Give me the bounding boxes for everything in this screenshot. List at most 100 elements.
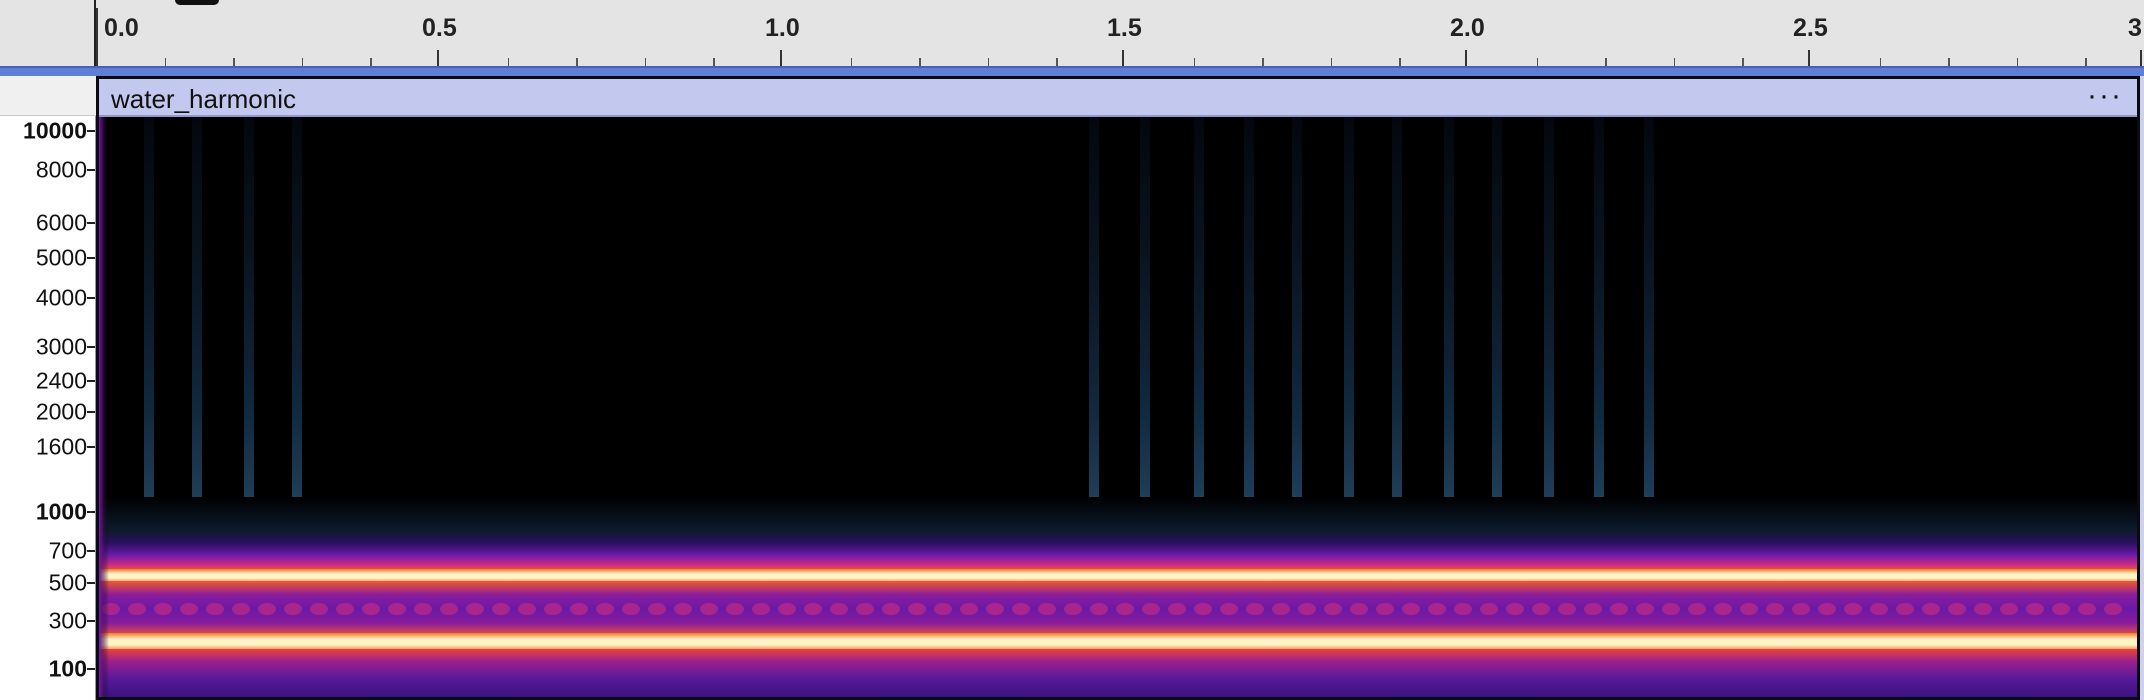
spectrogram-texture-mark (1428, 603, 1446, 615)
spectrogram-streak (1089, 117, 1099, 537)
ruler-label: 1.0 (765, 14, 800, 42)
clip-name: water_harmonic (111, 84, 296, 114)
timeline-ruler[interactable]: 0.0 0.5 1.0 1.5 2.0 2.5 3 (0, 0, 2144, 67)
spectrogram-texture-mark (1324, 603, 1342, 615)
spectrogram-texture-mark (1194, 603, 1212, 615)
spectrogram-texture-mark (1298, 603, 1316, 615)
spectrogram-texture-mark (2052, 603, 2070, 615)
ruler-minor-tick (576, 58, 578, 66)
playhead-handle[interactable] (175, 0, 219, 5)
spectrogram-texture-mark (128, 603, 146, 615)
spectrogram-texture-mark (934, 603, 952, 615)
spectrogram-texture-mark (596, 603, 614, 615)
freq-label: 5000 (35, 244, 87, 271)
spectrogram-streak (244, 117, 254, 537)
ruler-minor-tick (164, 58, 167, 66)
freq-tick (87, 130, 95, 132)
spectrogram-texture-mark (1220, 603, 1238, 615)
spectrogram-texture-mark (752, 603, 770, 615)
ruler-minor-tick (1673, 58, 1676, 66)
spectrogram-texture-mark (700, 603, 718, 615)
ruler-minor-tick (1536, 58, 1539, 66)
spectrogram-streak (1392, 117, 1402, 537)
spectrogram-texture-mark (1246, 603, 1264, 615)
freq-tick (87, 169, 95, 171)
spectrogram-texture-mark (1350, 603, 1368, 615)
freq-tick (87, 668, 95, 670)
spectrogram-texture-mark (674, 603, 692, 615)
spectrogram-texture-mark (570, 603, 588, 615)
spectrogram-texture-mark (1792, 603, 1810, 615)
freq-label: 2400 (35, 367, 87, 394)
freq-label: 3000 (35, 333, 87, 360)
spectrogram-texture-mark (492, 603, 510, 615)
spectrogram-streak (1194, 117, 1204, 537)
ruler-minor-tick (644, 58, 647, 66)
spectrogram-texture-mark (544, 603, 562, 615)
spectrogram-texture-mark (2026, 603, 2044, 615)
spectrogram-texture-mark (1870, 603, 1888, 615)
ruler-minor-tick (1193, 58, 1196, 66)
spectrogram-texture-mark (388, 603, 406, 615)
ruler-minor-tick (233, 58, 235, 66)
spectrogram-texture-mark (1688, 603, 1706, 615)
spectrogram-texture-mark (960, 603, 978, 615)
ruler-minor-tick (2016, 58, 2019, 66)
spectrogram-texture-mark (1662, 603, 1680, 615)
freq-label: 4000 (35, 284, 87, 311)
spectrogram-texture-mark (1532, 603, 1550, 615)
ruler-minor-tick (1742, 58, 1744, 66)
spectrogram-texture-mark (986, 603, 1004, 615)
frequency-axis-panel[interactable]: 10000 8000 6000 5000 4000 3000 2400 2000… (0, 76, 96, 700)
freq-label: 8000 (35, 156, 87, 183)
spectrogram-texture-mark (258, 603, 276, 615)
spectrogram-texture-mark (1818, 603, 1836, 615)
spectrogram-texture-mark (206, 603, 224, 615)
clip-right-edge (2140, 76, 2144, 700)
ruler-minor-tick (919, 58, 921, 66)
freq-label: 700 (48, 537, 87, 564)
spectrogram-texture-mark (1142, 603, 1160, 615)
clip-menu-button[interactable]: ··· (2087, 79, 2123, 113)
ruler-major-tick (1808, 50, 1810, 66)
spectrogram-texture-mark (726, 603, 744, 615)
spectrogram-texture-mark (1116, 603, 1134, 615)
spectrogram-texture-mark (232, 603, 250, 615)
spectrogram-texture-mark (1168, 603, 1186, 615)
spectrogram-texture-mark (2078, 603, 2096, 615)
spectrogram-texture-mark (2000, 603, 2018, 615)
spectrogram-texture-mark (414, 603, 432, 615)
spectrogram-texture-mark (1402, 603, 1420, 615)
spectrogram-view[interactable] (99, 117, 2137, 697)
ruler-major-tick (1122, 50, 1124, 66)
track-separator[interactable] (0, 66, 2144, 76)
spectrogram-texture-mark (1558, 603, 1576, 615)
spectrogram-texture-mark (1636, 603, 1654, 615)
ruler-minor-tick (301, 58, 304, 66)
ruler-minor-tick (2085, 58, 2087, 66)
spectrogram-texture-mark (1012, 603, 1030, 615)
spectrogram-texture-mark (1506, 603, 1524, 615)
spectrogram-texture-mark (1922, 603, 1940, 615)
spectrogram-texture-mark (622, 603, 640, 615)
spectrogram-texture-mark (778, 603, 796, 615)
spectrogram-streak (1292, 117, 1302, 537)
spectrogram-texture-mark (830, 603, 848, 615)
freq-label: 1000 (35, 498, 87, 525)
audio-clip[interactable]: water_harmonic ··· (96, 76, 2140, 700)
ruler-minor-tick (1948, 58, 1950, 66)
spectrogram-texture-mark (804, 603, 822, 615)
ruler-label: 0.0 (104, 14, 139, 42)
spectrogram-texture-mark (856, 603, 874, 615)
spectrogram-streak (1644, 117, 1654, 537)
freq-label: 100 (48, 655, 87, 682)
freq-label: 10000 (23, 117, 87, 144)
ruler-minor-tick (1605, 58, 1607, 66)
clip-title-bar[interactable]: water_harmonic ··· (99, 79, 2137, 117)
ruler-major-tick (1465, 50, 1467, 66)
spectrogram-texture-mark (440, 603, 458, 615)
spectrogram-streak (144, 117, 154, 537)
spectrogram-texture-mark (1480, 603, 1498, 615)
spectrogram-texture-mark (284, 603, 302, 615)
ruler-minor-tick (507, 58, 510, 66)
